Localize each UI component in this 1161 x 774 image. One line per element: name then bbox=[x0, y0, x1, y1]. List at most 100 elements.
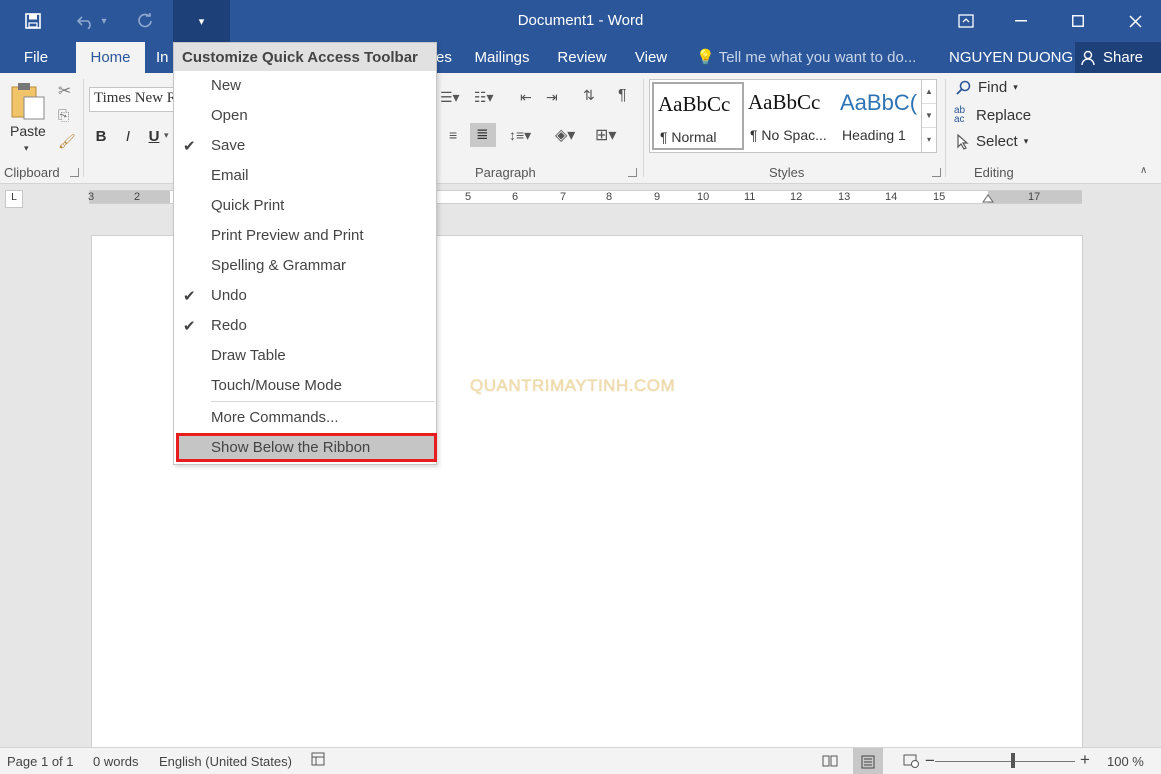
ruler-tick: 15 bbox=[933, 191, 946, 203]
menu-item-open[interactable]: Open bbox=[174, 101, 436, 131]
tab-mailings[interactable]: Mailings bbox=[470, 42, 534, 73]
menu-item-touch-mode[interactable]: Touch/Mouse Mode bbox=[174, 371, 436, 401]
undo-dropdown-icon[interactable]: ▾ bbox=[97, 8, 111, 34]
menu-item-label: Email bbox=[211, 167, 249, 184]
style-normal[interactable]: AaBbCc ¶ Normal bbox=[652, 82, 744, 150]
ruler-tick: 11 bbox=[744, 191, 756, 203]
zoom-level[interactable]: 100 % bbox=[1107, 754, 1144, 769]
tab-review[interactable]: Review bbox=[556, 42, 608, 73]
styles-scroll[interactable]: ▲ ▼ ▾ bbox=[921, 80, 936, 152]
tab-view[interactable]: View bbox=[632, 42, 670, 73]
zoom-slider-thumb[interactable] bbox=[1011, 753, 1015, 768]
underline-dropdown-icon[interactable]: ▾ bbox=[164, 130, 169, 141]
lightbulb-icon: 💡 bbox=[696, 49, 715, 66]
justify-button[interactable]: ≣ bbox=[470, 123, 496, 147]
ribbon-display-options-icon[interactable] bbox=[943, 0, 989, 42]
zoom-slider[interactable] bbox=[935, 761, 1075, 762]
style-name: Heading 1 bbox=[842, 127, 906, 143]
customize-qat-button[interactable]: ▾ bbox=[173, 0, 230, 42]
print-layout-icon[interactable] bbox=[853, 748, 883, 774]
more-styles-icon[interactable]: ▾ bbox=[922, 128, 936, 152]
redo-icon[interactable] bbox=[131, 8, 159, 34]
menu-item-print-preview[interactable]: Print Preview and Print bbox=[174, 221, 436, 251]
menu-item-quick-print[interactable]: Quick Print bbox=[174, 191, 436, 221]
language-status[interactable]: English (United States) bbox=[159, 754, 292, 769]
share-label: Share bbox=[1103, 49, 1144, 66]
style-preview: AaBbCc bbox=[748, 90, 821, 114]
ruler-tick: 2 bbox=[134, 191, 141, 203]
menu-item-more-commands[interactable]: More Commands... bbox=[174, 403, 436, 433]
macro-icon[interactable] bbox=[311, 752, 325, 769]
menu-item-new[interactable]: New bbox=[174, 71, 436, 101]
menu-item-save[interactable]: ✔ Save bbox=[174, 131, 436, 161]
show-formatting-icon[interactable]: ¶ bbox=[618, 87, 627, 105]
chevron-down-icon: ▾ bbox=[198, 15, 205, 28]
close-icon[interactable] bbox=[1112, 0, 1158, 42]
ruler-tick: 5 bbox=[465, 191, 472, 203]
right-indent-marker[interactable] bbox=[982, 193, 994, 203]
zoom-out-button[interactable]: − bbox=[925, 751, 935, 771]
page-count[interactable]: Page 1 of 1 bbox=[7, 754, 74, 769]
copy-icon[interactable]: ⎘ bbox=[58, 107, 69, 124]
underline-button[interactable]: U bbox=[144, 127, 164, 147]
collapse-ribbon-icon[interactable]: ∧ bbox=[1140, 165, 1147, 176]
menu-item-draw-table[interactable]: Draw Table bbox=[174, 341, 436, 371]
line-spacing-icon[interactable]: ↕≡▾ bbox=[509, 127, 531, 144]
decrease-indent-icon[interactable]: ⇤ bbox=[520, 89, 532, 106]
font-name-box[interactable]: Times New R bbox=[89, 87, 175, 112]
share-button[interactable]: Share bbox=[1075, 42, 1161, 73]
read-mode-icon[interactable] bbox=[819, 751, 841, 771]
menu-item-email[interactable]: Email bbox=[174, 161, 436, 191]
divider bbox=[945, 79, 946, 177]
style-preview: AaBbCc bbox=[658, 92, 731, 116]
save-icon[interactable] bbox=[19, 8, 47, 34]
tab-selector[interactable]: L bbox=[5, 190, 23, 208]
replace-button[interactable]: ab ac Replace bbox=[954, 106, 1031, 125]
tab-insert[interactable]: In bbox=[156, 42, 174, 73]
chevron-down-icon: ▾ bbox=[1023, 136, 1029, 146]
borders-icon[interactable]: ⊞▾ bbox=[595, 125, 616, 145]
menu-item-redo[interactable]: ✔ Redo bbox=[174, 311, 436, 341]
ruler-tick: 17 bbox=[1028, 191, 1041, 203]
ruler-tick: 12 bbox=[790, 191, 803, 203]
paste-dropdown-icon[interactable]: ▾ bbox=[24, 143, 29, 154]
select-button[interactable]: Select ▾ bbox=[956, 133, 1028, 150]
style-no-spacing[interactable]: AaBbCc ¶ No Spac... bbox=[744, 82, 836, 150]
undo-icon[interactable] bbox=[72, 8, 100, 34]
paragraph-group-label: Paragraph bbox=[475, 165, 536, 180]
web-layout-icon[interactable] bbox=[900, 751, 922, 771]
find-button[interactable]: Find ▾ bbox=[956, 79, 1018, 96]
bullets-icon[interactable]: ☰▾ bbox=[440, 89, 460, 106]
tab-references[interactable]: es bbox=[436, 42, 452, 73]
menu-item-undo[interactable]: ✔ Undo bbox=[174, 281, 436, 311]
paste-icon[interactable] bbox=[10, 81, 46, 121]
restore-icon[interactable] bbox=[1055, 0, 1101, 42]
word-count[interactable]: 0 words bbox=[93, 754, 139, 769]
align-right-icon[interactable]: ≡ bbox=[449, 127, 457, 143]
tab-home[interactable]: Home bbox=[76, 42, 145, 73]
editing-group-label: Editing bbox=[974, 165, 1014, 180]
minimize-icon[interactable] bbox=[998, 0, 1044, 42]
paragraph-launcher-icon[interactable] bbox=[628, 168, 637, 177]
style-heading-1[interactable]: AaBbC( Heading 1 bbox=[836, 82, 928, 150]
chevron-up-icon[interactable]: ▲ bbox=[922, 80, 936, 104]
sort-icon[interactable]: ⇅ bbox=[583, 87, 595, 104]
chevron-down-icon[interactable]: ▼ bbox=[922, 104, 936, 128]
shading-icon[interactable]: ◈▾ bbox=[555, 125, 575, 145]
increase-indent-icon[interactable]: ⇥ bbox=[546, 89, 558, 106]
styles-launcher-icon[interactable] bbox=[932, 168, 941, 177]
menu-item-spelling[interactable]: Spelling & Grammar bbox=[174, 251, 436, 281]
cut-icon[interactable]: ✂ bbox=[58, 81, 71, 101]
menu-item-show-below-ribbon[interactable]: Show Below the Ribbon bbox=[176, 433, 437, 462]
tell-me-box[interactable]: 💡 Tell me what you want to do... bbox=[696, 42, 916, 73]
user-name[interactable]: NGUYEN DUONG bbox=[949, 42, 1073, 73]
chevron-down-icon: ▾ bbox=[1013, 82, 1018, 92]
clipboard-launcher-icon[interactable] bbox=[70, 168, 79, 177]
format-painter-icon[interactable]: 🖌 bbox=[58, 133, 76, 150]
italic-button[interactable]: I bbox=[118, 127, 138, 147]
tab-file[interactable]: File bbox=[14, 42, 58, 73]
paste-button[interactable]: Paste bbox=[10, 123, 46, 139]
zoom-in-button[interactable]: + bbox=[1080, 750, 1090, 770]
bold-button[interactable]: B bbox=[91, 127, 111, 147]
numbering-icon[interactable]: ☷▾ bbox=[474, 89, 494, 106]
